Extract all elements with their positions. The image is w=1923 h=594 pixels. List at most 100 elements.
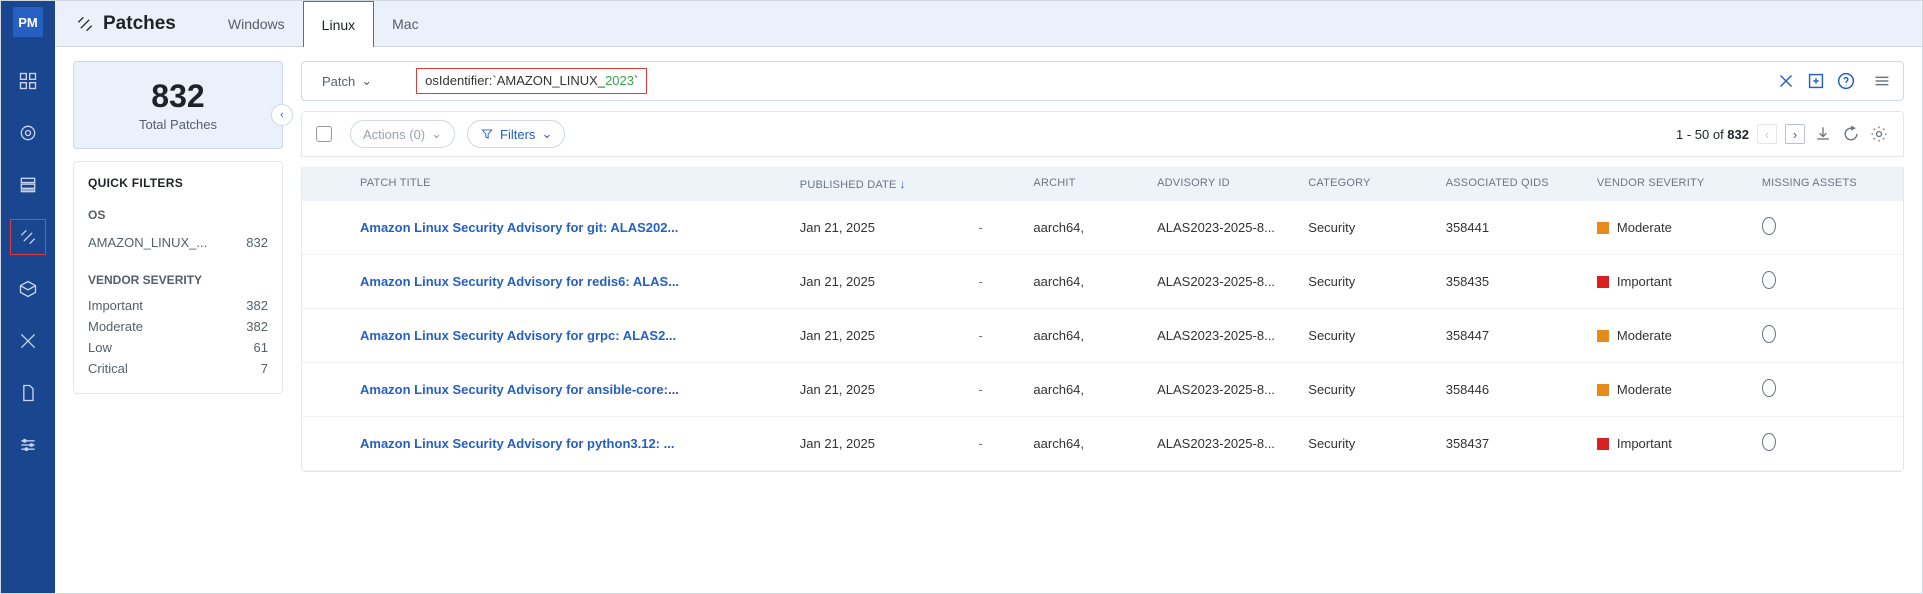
cell-severity: Important (1587, 274, 1752, 289)
cell-arch: aarch64, (1023, 328, 1147, 343)
sort-arrow-icon: ↓ (900, 177, 906, 191)
zero-icon (1762, 433, 1776, 451)
app-logo: PM (13, 7, 43, 37)
cell-date: Jan 21, 2025 (790, 220, 969, 235)
save-search-icon[interactable] (1805, 70, 1827, 92)
cell-date: Jan 21, 2025 (790, 382, 969, 397)
table-toolbar: Actions (0)⌄ Filters ⌄ 1 - 50 of 832 ‹ › (301, 111, 1904, 157)
total-label: Total Patches (74, 117, 282, 132)
table-row[interactable]: Amazon Linux Security Advisory for redis… (302, 255, 1903, 309)
cell-severity: Moderate (1587, 220, 1752, 235)
col-published-date[interactable]: PUBLISHED DATE↓ (790, 177, 969, 191)
cell-date: Jan 21, 2025 (790, 274, 969, 289)
cell-dash: - (968, 274, 1023, 289)
filter-row-critical[interactable]: Critical 7 (88, 358, 268, 379)
search-scope-dropdown[interactable]: Patch ⌄ (312, 73, 382, 89)
pagination: 1 - 50 of 832 ‹ › (1676, 124, 1889, 144)
menu-icon[interactable] (1871, 70, 1893, 92)
search-query-input[interactable]: osIdentifier:`AMAZON_LINUX_2023` (416, 68, 647, 94)
cell-qid: 358441 (1436, 220, 1587, 235)
zero-icon (1762, 325, 1776, 343)
tab-linux[interactable]: Linux (303, 1, 374, 47)
filter-row-moderate[interactable]: Moderate 382 (88, 316, 268, 337)
table-header: PATCH TITLE PUBLISHED DATE↓ ARCHIT ADVIS… (302, 167, 1903, 201)
next-page-button[interactable]: › (1785, 124, 1805, 144)
cell-category: Security (1298, 328, 1435, 343)
cell-advisory: ALAS2023-2025-8... (1147, 328, 1298, 343)
severity-indicator-icon (1597, 330, 1609, 342)
select-all-checkbox[interactable] (316, 126, 332, 142)
cell-category: Security (1298, 220, 1435, 235)
zero-icon (1762, 379, 1776, 397)
nav-box-icon[interactable] (10, 271, 46, 307)
prev-page-button[interactable]: ‹ (1757, 124, 1777, 144)
col-severity[interactable]: VENDOR SEVERITY (1587, 177, 1752, 191)
cell-missing (1752, 217, 1903, 238)
clear-search-icon[interactable] (1775, 70, 1797, 92)
nav-document-icon[interactable] (10, 375, 46, 411)
cell-missing (1752, 433, 1903, 454)
cell-qid: 358437 (1436, 436, 1587, 451)
cell-advisory: ALAS2023-2025-8... (1147, 274, 1298, 289)
patch-title-link[interactable]: Amazon Linux Security Advisory for redis… (350, 274, 790, 289)
download-icon[interactable] (1813, 124, 1833, 144)
cell-missing (1752, 325, 1903, 346)
table-row[interactable]: Amazon Linux Security Advisory for ansib… (302, 363, 1903, 417)
filter-row-low[interactable]: Low 61 (88, 337, 268, 358)
col-missing[interactable]: MISSING ASSETS (1752, 177, 1903, 191)
cell-arch: aarch64, (1023, 274, 1147, 289)
filter-row-os-amazon[interactable]: AMAZON_LINUX_... 832 (88, 230, 268, 255)
nav-dashboard-icon[interactable] (10, 63, 46, 99)
severity-indicator-icon (1597, 438, 1609, 450)
cell-qid: 358446 (1436, 382, 1587, 397)
patch-title-link[interactable]: Amazon Linux Security Advisory for grpc:… (350, 328, 790, 343)
col-qids[interactable]: ASSOCIATED QIDS (1436, 177, 1587, 191)
cell-category: Security (1298, 382, 1435, 397)
topbar: Patches Windows Linux Mac (55, 1, 1922, 47)
page-title: Patches (75, 13, 176, 35)
nav-patches-icon[interactable] (10, 219, 46, 255)
col-advisory[interactable]: ADVISORY ID (1147, 177, 1298, 191)
patch-title-link[interactable]: Amazon Linux Security Advisory for pytho… (350, 436, 790, 451)
cell-advisory: ALAS2023-2025-8... (1147, 382, 1298, 397)
table-row[interactable]: Amazon Linux Security Advisory for pytho… (302, 417, 1903, 471)
settings-gear-icon[interactable] (1869, 124, 1889, 144)
nav-security-icon[interactable] (10, 115, 46, 151)
cell-advisory: ALAS2023-2025-8... (1147, 436, 1298, 451)
actions-dropdown[interactable]: Actions (0)⌄ (350, 120, 455, 148)
patches-icon (75, 14, 95, 34)
tab-mac[interactable]: Mac (374, 1, 436, 47)
cell-missing (1752, 379, 1903, 400)
filter-section-severity: VENDOR SEVERITY (88, 273, 268, 287)
table-row[interactable]: Amazon Linux Security Advisory for git: … (302, 201, 1903, 255)
filter-row-important[interactable]: Important 382 (88, 295, 268, 316)
cell-arch: aarch64, (1023, 436, 1147, 451)
total-patches-card: 832 Total Patches ‹ (73, 61, 283, 149)
nav-tools-icon[interactable] (10, 323, 46, 359)
nav-servers-icon[interactable] (10, 167, 46, 203)
cell-dash: - (968, 382, 1023, 397)
filters-button[interactable]: Filters ⌄ (467, 120, 565, 148)
col-category[interactable]: CATEGORY (1298, 177, 1435, 191)
funnel-icon (480, 127, 494, 141)
patch-title-link[interactable]: Amazon Linux Security Advisory for git: … (350, 220, 790, 235)
refresh-icon[interactable] (1841, 124, 1861, 144)
quick-filters: QUICK FILTERS OS AMAZON_LINUX_... 832 VE… (73, 161, 283, 394)
cell-category: Security (1298, 274, 1435, 289)
collapse-sidebar-button[interactable]: ‹ (271, 104, 293, 126)
col-patch-title[interactable]: PATCH TITLE (350, 177, 790, 191)
severity-indicator-icon (1597, 384, 1609, 396)
quick-filters-heading: QUICK FILTERS (88, 176, 268, 190)
tab-windows[interactable]: Windows (210, 1, 303, 47)
patch-title-link[interactable]: Amazon Linux Security Advisory for ansib… (350, 382, 790, 397)
chevron-down-icon: ⌄ (431, 126, 442, 142)
zero-icon (1762, 217, 1776, 235)
nav-settings-icon[interactable] (10, 427, 46, 463)
table-row[interactable]: Amazon Linux Security Advisory for grpc:… (302, 309, 1903, 363)
col-archit[interactable]: ARCHIT (1023, 177, 1147, 191)
cell-advisory: ALAS2023-2025-8... (1147, 220, 1298, 235)
help-icon[interactable] (1835, 70, 1857, 92)
nav-rail: PM (1, 1, 55, 593)
page-title-text: Patches (103, 13, 176, 35)
cell-severity: Moderate (1587, 382, 1752, 397)
